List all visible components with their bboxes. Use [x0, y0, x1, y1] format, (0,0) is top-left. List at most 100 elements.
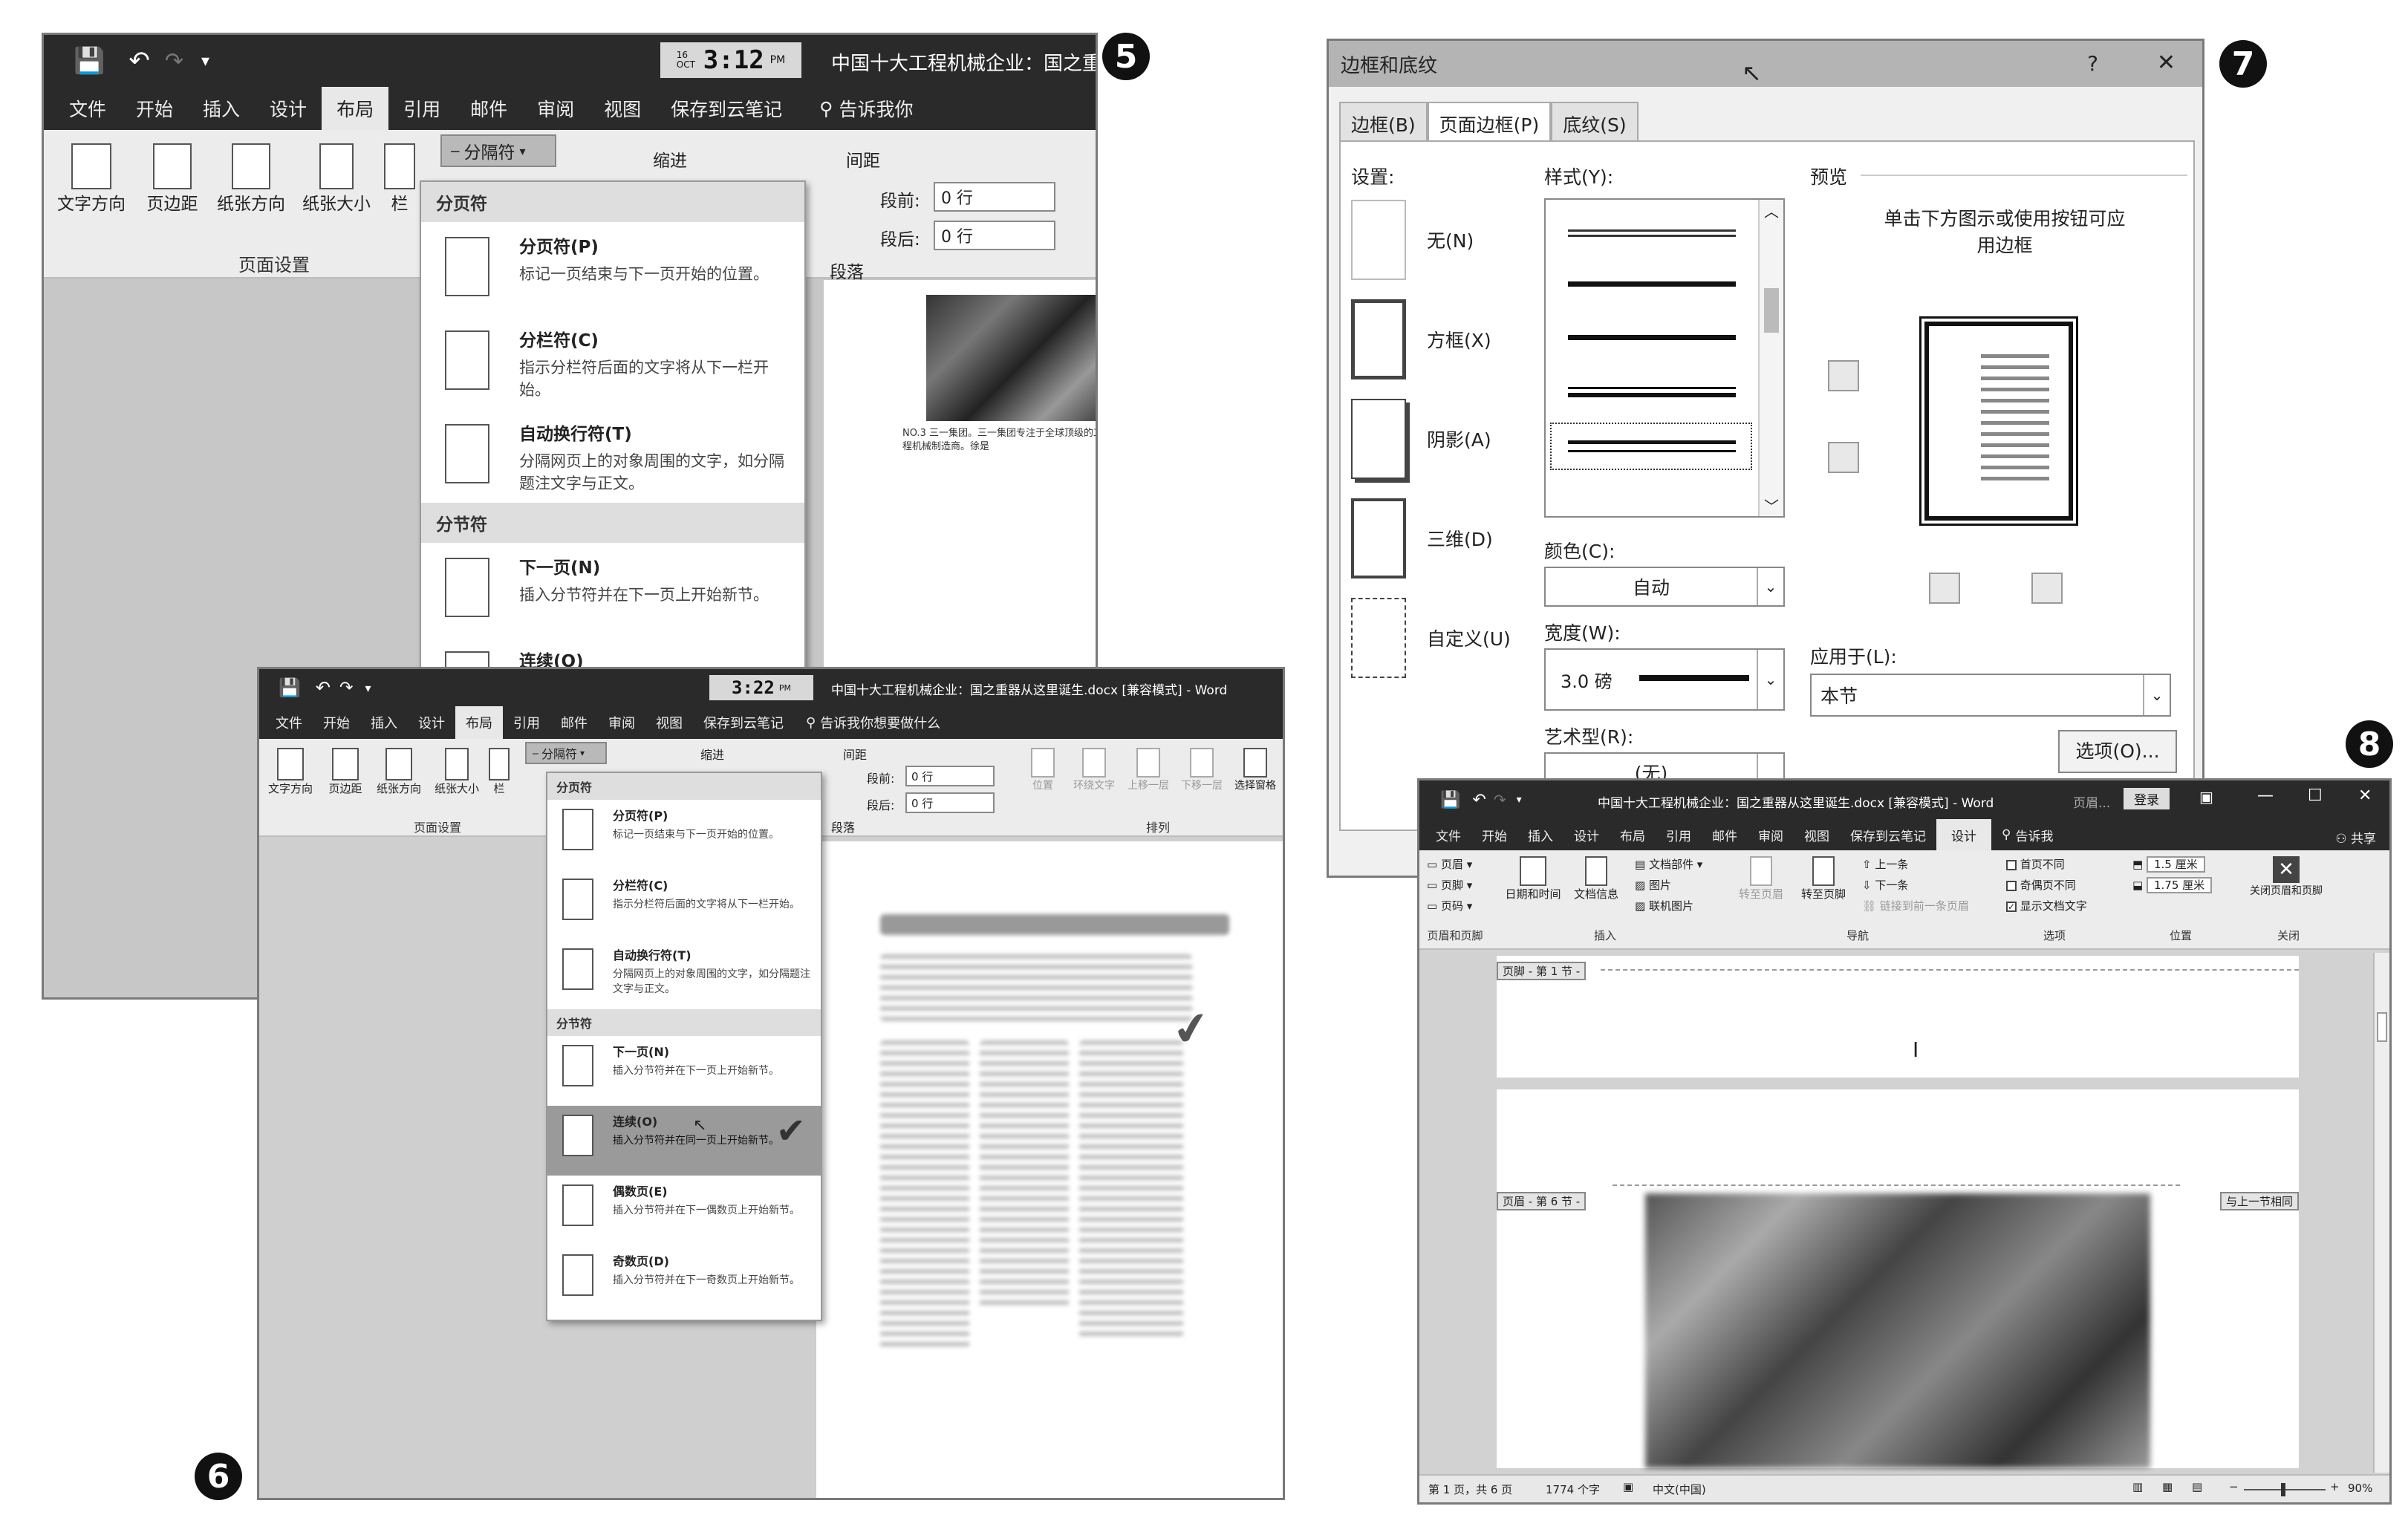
maximize-icon[interactable]: ☐ — [2308, 786, 2323, 805]
tab-references[interactable]: 引用 — [1656, 819, 1702, 850]
style-option-selected[interactable] — [1550, 423, 1752, 470]
tab-borders[interactable]: 边框(B) — [1339, 102, 1428, 142]
zoom-slider[interactable] — [2244, 1483, 2326, 1496]
zoom-slider-thumb[interactable] — [2281, 1483, 2285, 1496]
search-icon[interactable]: ⚲ — [819, 98, 833, 120]
different-odd-even-option[interactable]: 奇偶页不同 — [2006, 877, 2076, 893]
checkbox-checked-icon[interactable]: ✓ — [2006, 901, 2017, 912]
tab-header-footer-design[interactable]: 设计 — [1936, 819, 1991, 850]
tab-references[interactable]: 引用 — [388, 87, 455, 130]
columns-button[interactable]: 栏 — [381, 143, 418, 215]
show-document-text-option[interactable]: ✓ 显示文档文字 — [2006, 898, 2087, 913]
save-icon[interactable]: 💾 — [279, 677, 301, 698]
tell-me-box[interactable]: 告诉我你 — [839, 95, 913, 122]
checkbox-icon[interactable] — [2006, 859, 2017, 870]
footer-from-bottom-spinner[interactable]: ⬓ 1.75 厘米 — [2132, 877, 2213, 893]
tab-review[interactable]: 审阅 — [598, 706, 645, 739]
selection-pane-button[interactable]: 选择窗格 — [1228, 748, 1283, 792]
options-button[interactable]: 选项(O)... — [2058, 730, 2177, 773]
tab-file[interactable]: 文件 — [1419, 819, 1471, 850]
menu-item-column-break[interactable]: 分栏符(C) 指示分栏符后面的文字将从下一栏开始。 — [421, 316, 804, 409]
wrap-text-button[interactable]: 环绕文字 — [1066, 748, 1122, 792]
orientation-button[interactable]: 纸张方向 — [371, 748, 427, 796]
setting-box[interactable]: 方框(X) — [1351, 299, 1491, 379]
scroll-thumb[interactable] — [2377, 1012, 2387, 1042]
style-scrollbar[interactable]: ︿ ﹀ — [1758, 200, 1783, 516]
tab-layout[interactable]: 布局 — [1610, 819, 1656, 850]
tab-design[interactable]: 设计 — [408, 706, 455, 739]
tab-file[interactable]: 文件 — [259, 706, 313, 739]
columns-button[interactable]: 栏 — [487, 748, 512, 796]
tab-home[interactable]: 开始 — [1471, 819, 1517, 850]
tab-mailings[interactable]: 邮件 — [455, 87, 522, 130]
qat-dropdown-icon[interactable]: ▾ — [201, 52, 209, 71]
tell-me-box[interactable]: 告诉我你想要做什么 — [820, 713, 940, 732]
tab-page-border[interactable]: 页面边框(P) — [1427, 102, 1552, 142]
different-first-page-option[interactable]: 首页不同 — [2006, 856, 2065, 872]
before-spinner[interactable]: 0 行 — [905, 766, 995, 786]
qat-dropdown-icon[interactable]: ▾ — [1517, 794, 1522, 806]
save-icon[interactable]: 💾 — [1440, 791, 1460, 809]
tab-cloud-notes[interactable]: 保存到云笔记 — [656, 87, 797, 130]
setting-custom[interactable]: 自定义(U) — [1351, 598, 1511, 678]
setting-shadow[interactable]: 阴影(A) — [1351, 399, 1491, 479]
apply-select[interactable]: 本节 ⌄ — [1810, 674, 2171, 717]
tab-shading[interactable]: 底纹(S) — [1551, 102, 1639, 142]
tab-insert[interactable]: 插入 — [188, 87, 255, 130]
right-border-button[interactable] — [2031, 573, 2063, 604]
undo-icon[interactable]: ↶ — [316, 677, 331, 698]
setting-none[interactable]: 无(N) — [1351, 200, 1474, 280]
header-dropdown[interactable]: ▭ 页眉 ▾ — [1427, 856, 1472, 872]
zoom-in-icon[interactable]: + — [2330, 1480, 2340, 1493]
vertical-scrollbar[interactable] — [2373, 953, 2389, 1473]
color-select[interactable]: 自动 ⌄ — [1544, 567, 1785, 607]
breaks-button[interactable]: ⎯ 分隔符 ▾ — [525, 742, 607, 764]
share-button[interactable]: ⚇ 共享 — [2335, 828, 2376, 847]
margins-button[interactable]: 页边距 — [137, 143, 207, 215]
style-option-double[interactable] — [1568, 229, 1736, 237]
header-from-top-spinner[interactable]: ⬒ 1.5 厘米 — [2132, 856, 2205, 873]
size-button[interactable]: 纸张大小 — [295, 143, 378, 215]
checkbox-icon[interactable] — [2006, 880, 2017, 891]
zoom-out-icon[interactable]: − — [2229, 1480, 2239, 1493]
tab-layout[interactable]: 布局 — [322, 87, 389, 130]
go-to-footer-button[interactable]: 转至页脚 — [1794, 856, 1853, 902]
scroll-thumb[interactable] — [1764, 288, 1779, 333]
tab-references[interactable]: 引用 — [503, 706, 550, 739]
tab-design[interactable]: 设计 — [255, 87, 322, 130]
redo-icon[interactable]: ↷ — [339, 679, 353, 697]
menu-item-next-page[interactable]: 下一页(N) 插入分节符并在下一页上开始新节。 — [421, 543, 804, 636]
date-time-button[interactable]: 日期和时间 — [1500, 856, 1566, 902]
search-icon[interactable]: ⚲ — [2002, 827, 2011, 842]
status-page-count[interactable]: 第 1 页，共 6 页 — [1428, 1482, 1512, 1497]
top-border-button[interactable] — [1828, 360, 1859, 391]
tab-review[interactable]: 审阅 — [522, 87, 589, 130]
go-to-header-button[interactable]: 转至页眉 — [1731, 856, 1791, 902]
send-backward-button[interactable]: 下移一层 — [1176, 748, 1228, 792]
tab-view[interactable]: 视图 — [589, 87, 656, 130]
menu-item-page-break[interactable]: 分页符(P) 标记一页结束与下一页开始的位置。 — [547, 800, 821, 870]
left-border-button[interactable] — [1929, 573, 1960, 604]
tab-view[interactable]: 视图 — [645, 706, 693, 739]
web-layout-icon[interactable]: ▤ — [2192, 1480, 2202, 1493]
close-button[interactable]: ✕ — [2157, 50, 2176, 76]
menu-item-page-break[interactable]: 分页符(P) 标记一页结束与下一页开始的位置。 — [421, 222, 804, 316]
ribbon-display-icon[interactable]: ▣ — [2199, 788, 2213, 806]
redo-icon[interactable]: ↷ — [1494, 791, 1506, 809]
tab-home[interactable]: 开始 — [313, 706, 360, 739]
text-direction-button[interactable]: 文字方向 — [261, 748, 320, 796]
width-select[interactable]: 3.0 磅 ⌄ — [1544, 648, 1785, 711]
save-icon[interactable]: 💾 — [74, 46, 105, 76]
text-direction-button[interactable]: 文字方向 — [47, 143, 136, 215]
scroll-up-icon[interactable]: ︿ — [1760, 200, 1783, 221]
style-option-thick-2[interactable] — [1568, 335, 1736, 340]
menu-item-column-break[interactable]: 分栏符(C) 指示分栏符后面的文字将从下一栏开始。 — [547, 870, 821, 939]
previous-button[interactable]: ⇧ 上一条 — [1862, 856, 1908, 872]
style-list[interactable]: ︿ ﹀ — [1544, 198, 1785, 518]
breaks-button[interactable]: ⎯ 分隔符 ▾ — [440, 134, 556, 167]
redo-icon[interactable]: ↷ — [165, 48, 183, 74]
scroll-down-icon[interactable]: ﹀ — [1760, 495, 1783, 516]
style-option-thin-thick[interactable] — [1568, 387, 1736, 397]
tab-mailings[interactable]: 邮件 — [550, 706, 598, 739]
zoom-level[interactable]: 90% — [2348, 1482, 2372, 1495]
